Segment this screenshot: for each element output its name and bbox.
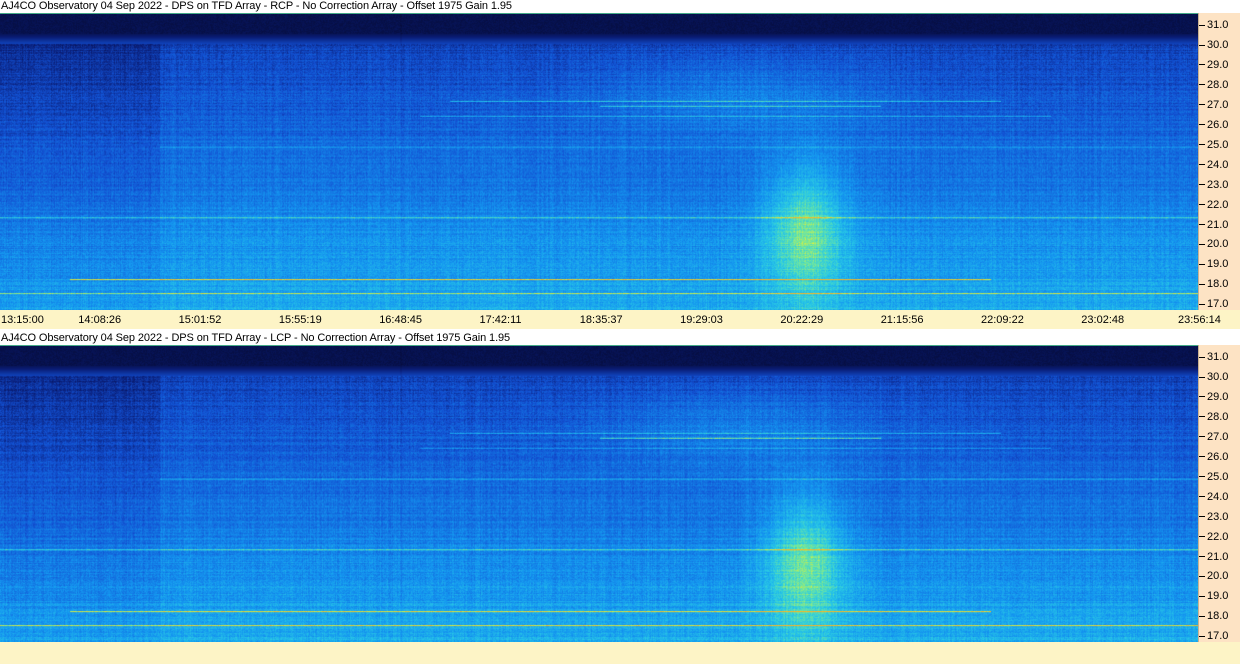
lcp-spectrogram[interactable] <box>0 345 1198 642</box>
rcp-frequency-axis: 31.0 30.0 29.0 28.0 27.0 26.0 25.0 24.0 23.0 22.0… <box>1198 13 1240 310</box>
freq-tick-label: 31.0 <box>1199 352 1228 363</box>
rcp-spectrogram-canvas <box>0 14 1198 310</box>
freq-tick-label: 27.0 <box>1199 99 1228 110</box>
time-axis: 13:15:00 14:08:26 15:01:52 15:55:19 16:48:45… <box>0 310 1240 329</box>
time-tick-label: 16:48:45 <box>379 314 423 326</box>
freq-tick-label: 24.0 <box>1199 491 1228 502</box>
freq-tick-label: 31.0 <box>1199 20 1228 31</box>
freq-tick-label: 18.0 <box>1199 611 1228 622</box>
rcp-panel-title: AJ4CO Observatory 04 Sep 2022 - DPS on T… <box>0 0 1240 13</box>
time-tick-label: 13:15:00 <box>1 314 44 326</box>
freq-tick-label: 20.0 <box>1199 571 1228 582</box>
freq-tick-label: 17.0 <box>1199 299 1228 310</box>
freq-tick-label: 24.0 <box>1199 159 1228 170</box>
time-tick-label: 15:55:19 <box>278 314 322 326</box>
time-tick-label: 18:35:37 <box>579 314 623 326</box>
time-tick-label: 23:02:48 <box>1081 314 1125 326</box>
freq-tick-label: 29.0 <box>1199 59 1228 70</box>
freq-tick-label: 28.0 <box>1199 79 1228 90</box>
time-tick-label: 20:22:29 <box>780 314 824 326</box>
time-tick-label: 19:29:03 <box>680 314 723 326</box>
freq-tick-label: 23.0 <box>1199 511 1228 522</box>
freq-tick-label: 20.0 <box>1199 239 1228 250</box>
freq-tick-label: 30.0 <box>1199 39 1228 50</box>
lcp-frequency-axis: 31.0 30.0 29.0 28.0 27.0 26.0 25.0 24.0 23.0 22.0… <box>1198 345 1240 642</box>
freq-tick-label: 18.0 <box>1199 279 1228 290</box>
freq-tick-label: 21.0 <box>1199 551 1228 562</box>
freq-tick-label: 28.0 <box>1199 411 1228 422</box>
freq-tick-label: 26.0 <box>1199 451 1228 462</box>
freq-tick-label: 30.0 <box>1199 371 1228 382</box>
freq-tick-label: 25.0 <box>1199 139 1228 150</box>
bottom-status-strip <box>0 642 1240 664</box>
freq-tick-label: 22.0 <box>1199 531 1228 542</box>
freq-tick-label: 26.0 <box>1199 119 1228 130</box>
freq-tick-label: 23.0 <box>1199 179 1228 190</box>
freq-tick-label: 21.0 <box>1199 219 1228 230</box>
lcp-panel-title: AJ4CO Observatory 04 Sep 2022 - DPS on T… <box>0 332 1240 345</box>
time-tick-label: 17:42:11 <box>479 314 522 326</box>
freq-tick-label: 19.0 <box>1199 259 1228 270</box>
freq-tick-label: 27.0 <box>1199 431 1228 442</box>
time-tick-label: 22:09:22 <box>981 314 1024 326</box>
freq-tick-label: 25.0 <box>1199 471 1228 482</box>
rcp-spectrogram[interactable] <box>0 13 1198 310</box>
freq-tick-label: 29.0 <box>1199 391 1228 402</box>
freq-tick-label: 19.0 <box>1199 591 1228 602</box>
time-tick-label: 15:01:52 <box>178 314 222 326</box>
freq-tick-label: 17.0 <box>1199 631 1228 642</box>
time-tick-label: 14:08:26 <box>78 314 122 326</box>
freq-tick-label: 22.0 <box>1199 199 1228 210</box>
lcp-spectrogram-canvas <box>0 346 1198 642</box>
time-tick-label: 21:15:56 <box>880 314 924 326</box>
time-tick-label: 23:56:14 <box>1178 314 1221 326</box>
